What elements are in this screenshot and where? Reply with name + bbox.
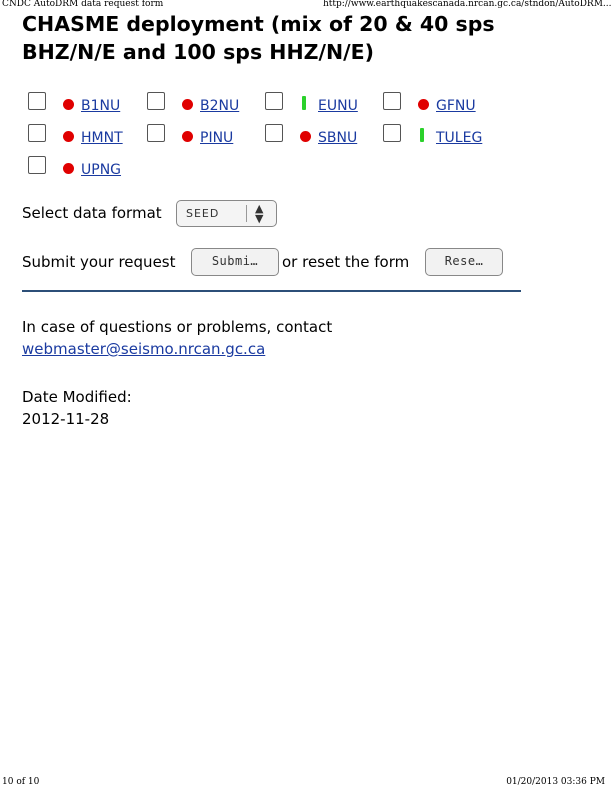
station-checkbox[interactable]	[147, 92, 165, 110]
station-link[interactable]: SBNU	[318, 130, 357, 146]
station-link[interactable]: HMNT	[81, 130, 123, 146]
date-modified-value: 2012-11-28	[22, 410, 110, 428]
reset-label: or reset the form	[282, 253, 410, 271]
print-timestamp: 01/20/2013 03:36 PM	[506, 777, 605, 787]
status-dot-icon	[63, 131, 74, 142]
status-dot-icon	[63, 99, 74, 110]
station-checkbox[interactable]	[28, 92, 46, 110]
status-dot-icon	[182, 99, 193, 110]
station-link[interactable]: UPNG	[81, 162, 121, 178]
status-dot-icon	[418, 99, 429, 110]
format-label: Select data format	[22, 204, 162, 222]
print-footer: 10 of 10 01/20/2013 03:36 PM	[0, 776, 611, 788]
select-divider	[246, 205, 247, 222]
status-dot-icon	[300, 131, 311, 142]
page-count: 10 of 10	[2, 777, 40, 787]
status-bar-icon	[302, 96, 306, 110]
station-link[interactable]: PINU	[200, 130, 233, 146]
station-checkbox[interactable]	[28, 156, 46, 174]
print-header-title: CNDC AutoDRM data request form	[2, 0, 164, 9]
station-checkbox[interactable]	[265, 92, 283, 110]
reset-button[interactable]: Rese…	[425, 248, 503, 276]
status-bar-icon	[420, 128, 424, 142]
station-link[interactable]: B2NU	[200, 98, 239, 114]
station-link[interactable]: B1NU	[81, 98, 120, 114]
status-dot-icon	[182, 131, 193, 142]
station-checkbox[interactable]	[147, 124, 165, 142]
page-title: CHASME deployment (mix of 20 & 40 sps BH…	[22, 12, 495, 64]
status-dot-icon	[63, 163, 74, 174]
station-link[interactable]: TULEG	[436, 130, 482, 146]
submit-button[interactable]: Submi…	[191, 248, 279, 276]
format-selected-value: SEED	[186, 207, 220, 220]
updown-chevron-icon: ▲ ▼	[255, 202, 264, 225]
contact-text: In case of questions or problems, contac…	[22, 318, 333, 336]
format-select[interactable]: SEED ▲ ▼	[176, 200, 277, 227]
station-checkbox[interactable]	[28, 124, 46, 142]
date-modified-label: Date Modified:	[22, 388, 132, 406]
station-checkbox[interactable]	[383, 92, 401, 110]
station-link[interactable]: GFNU	[436, 98, 476, 114]
divider	[22, 290, 521, 292]
station-checkbox[interactable]	[383, 124, 401, 142]
submit-label: Submit your request	[22, 253, 176, 271]
station-link[interactable]: EUNU	[318, 98, 358, 114]
print-header-url: http://www.earthquakescanada.nrcan.gc.ca…	[323, 0, 611, 9]
print-header: CNDC AutoDRM data request form http://ww…	[0, 0, 611, 10]
contact-email-link[interactable]: webmaster@seismo.nrcan.gc.ca	[22, 340, 265, 358]
station-checkbox[interactable]	[265, 124, 283, 142]
